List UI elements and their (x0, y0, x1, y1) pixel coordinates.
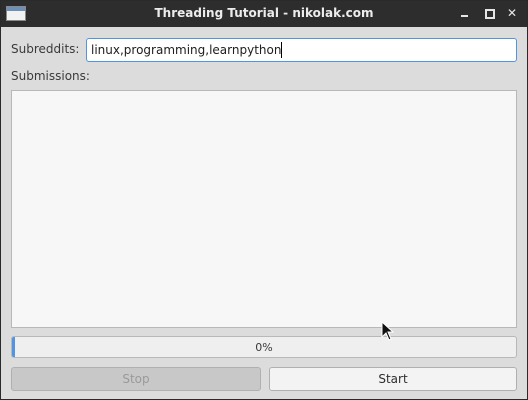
subreddits-input[interactable] (86, 38, 517, 62)
submissions-list[interactable] (11, 90, 517, 328)
mouse-pointer-icon (381, 321, 395, 341)
main-window: Threading Tutorial - nikolak.com ✕ Subre… (0, 0, 528, 400)
progress-text: 0% (255, 341, 273, 354)
stop-button[interactable]: Stop (11, 367, 261, 391)
text-caret (281, 42, 282, 58)
minimize-icon[interactable] (457, 5, 473, 21)
close-icon[interactable]: ✕ (504, 5, 520, 21)
submissions-label: Submissions: (11, 69, 90, 83)
start-button[interactable]: Start (269, 367, 517, 391)
maximize-icon[interactable] (481, 5, 497, 21)
progress-bar: 0% (11, 336, 517, 358)
window-title: Threading Tutorial - nikolak.com (154, 6, 374, 20)
title-bar[interactable]: Threading Tutorial - nikolak.com ✕ (1, 1, 527, 27)
subreddits-label: Subreddits: (11, 42, 80, 56)
